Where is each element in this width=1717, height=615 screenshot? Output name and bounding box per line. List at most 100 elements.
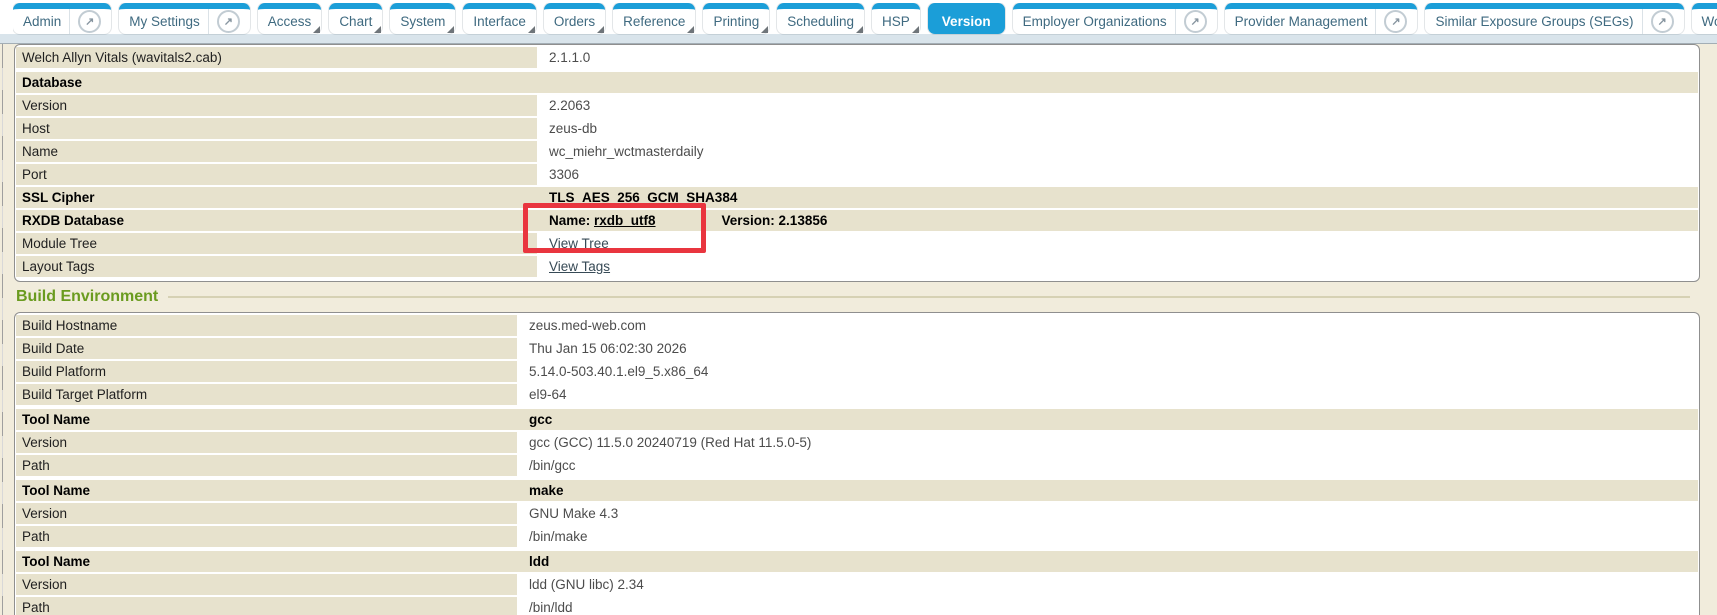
dropdown-corner-icon (687, 26, 694, 33)
open-new-window-icon[interactable]: ↗ (78, 10, 101, 33)
row-label: RXDB Database (16, 210, 537, 231)
row-value: el9-64 (525, 384, 1698, 405)
table-row: Module TreeView Tree (16, 233, 1698, 254)
row-value: Name: rxdb_utf8Version: 2.13856 (545, 210, 1698, 231)
tab-work-lo[interactable]: Work Lo (1692, 3, 1717, 34)
tab-label: Similar Exposure Groups (SEGs) (1435, 14, 1633, 29)
table-row: Build Hostname zeus.med-web.com (16, 315, 1698, 336)
row-value: Thu Jan 15 06:02:30 2026 (525, 338, 1698, 359)
row-value: View Tags (545, 256, 1698, 277)
view-tags-link[interactable]: View Tags (549, 259, 610, 274)
system-info-table: Welch Allyn Vitals (wavitals2.cab) 2.1.1.… (14, 44, 1700, 282)
tab-admin[interactable]: Admin ↗ (13, 3, 111, 34)
row-value: /bin/ldd (525, 597, 1698, 615)
row-value: gcc (525, 409, 1698, 430)
dropdown-corner-icon (528, 26, 535, 33)
tab-chart[interactable]: Chart (329, 3, 382, 34)
tab-label: Interface (473, 14, 526, 29)
dropdown-corner-icon (374, 26, 381, 33)
open-new-window-icon[interactable]: ↗ (217, 10, 240, 33)
row-label: Build Platform (16, 361, 517, 382)
row-label: Build Date (16, 338, 517, 359)
tab-hsp[interactable]: HSP (872, 3, 920, 34)
tab-orders[interactable]: Orders (544, 3, 605, 34)
tab-icon-segment: ↗ (1375, 9, 1407, 34)
open-new-window-icon[interactable]: ↗ (1384, 10, 1407, 33)
build-environment-title: Build Environment (16, 288, 158, 306)
tab-my-settings[interactable]: My Settings ↗ (119, 3, 250, 34)
table-row: Path/bin/make (16, 526, 1698, 547)
table-row: Layout TagsView Tags (16, 256, 1698, 277)
row-value: zeus.med-web.com (525, 315, 1698, 336)
tab-interface[interactable]: Interface (463, 3, 536, 34)
table-row: Port 3306 (16, 164, 1698, 185)
row-label: Tool Name (16, 409, 517, 430)
row-label: Tool Name (16, 480, 517, 501)
row-value: TLS_AES_256_GCM_SHA384 (545, 187, 1698, 208)
annotation-red-box (523, 203, 706, 253)
row-label: Database (16, 72, 537, 93)
tab-similar-exposure-groups-segs[interactable]: Similar Exposure Groups (SEGs) ↗ (1425, 3, 1683, 34)
table-row: Tool Namemake (16, 480, 1698, 501)
tab-label: System (400, 14, 445, 29)
row-label: Port (16, 164, 537, 185)
tab-label: HSP (882, 14, 910, 29)
tab-access[interactable]: Access (258, 3, 322, 34)
tab-scheduling[interactable]: Scheduling (777, 3, 864, 34)
row-label: Host (16, 118, 537, 139)
table-row: Versiongcc (GCC) 11.5.0 20240719 (Red Ha… (16, 432, 1698, 453)
table-row: Versionldd (GNU libc) 2.34 (16, 574, 1698, 595)
row-value: 2.2063 (545, 95, 1698, 116)
table-row: RXDB Database Name: rxdb_utf8Version: 2.1… (16, 210, 1698, 231)
row-value: gcc (GCC) 11.5.0 20240719 (Red Hat 11.5.… (525, 432, 1698, 453)
tab-version[interactable]: Version (928, 3, 1005, 34)
row-label: Build Hostname (16, 315, 517, 336)
row-label: Tool Name (16, 551, 517, 572)
tab-label: Provider Management (1235, 14, 1368, 29)
rxdb-version-value: Version: 2.13856 (722, 213, 828, 228)
table-row: Namewc_miehr_wctmasterdaily (16, 141, 1698, 162)
row-label: Path (16, 597, 517, 615)
open-new-window-icon[interactable]: ↗ (1651, 10, 1674, 33)
tab-system[interactable]: System (390, 3, 455, 34)
dropdown-corner-icon (912, 26, 919, 33)
row-label: Version (16, 95, 537, 116)
row-value: 2.1.1.0 (545, 47, 1698, 68)
tab-reference[interactable]: Reference (613, 3, 695, 34)
tab-label: My Settings (129, 14, 200, 29)
row-label: Welch Allyn Vitals (wavitals2.cab) (16, 47, 537, 68)
table-row: Build Platform5.14.0-503.40.1.el9_5.x86_… (16, 361, 1698, 382)
heading-rule (168, 296, 1690, 298)
tab-label: Scheduling (787, 14, 854, 29)
tab-icon-segment: ↗ (1642, 9, 1674, 34)
tab-employer-organizations[interactable]: Employer Organizations↗ (1013, 3, 1217, 34)
tab-printing[interactable]: Printing (703, 3, 769, 34)
row-value: 3306 (545, 164, 1698, 185)
build-environment-table: Build Hostname zeus.med-web.com Build Date… (14, 312, 1700, 615)
tab-label: Access (268, 14, 312, 29)
tab-icon-segment: ↗ (69, 9, 101, 34)
table-row: Version 2.2063 (16, 95, 1698, 116)
tab-label: Reference (623, 14, 685, 29)
tab-bar: Admin ↗ My Settings ↗ Access Chart System Inter… (0, 0, 1717, 44)
row-value: wc_miehr_wctmasterdaily (545, 141, 1698, 162)
build-environment-heading: Build Environment (16, 285, 1696, 309)
open-new-window-icon[interactable]: ↗ (1184, 10, 1207, 33)
tab-label: Work Lo (1702, 14, 1717, 29)
table-row: Build Target Platformel9-64 (16, 384, 1698, 405)
tab-label: Admin (23, 14, 61, 29)
row-value: zeus-db (545, 118, 1698, 139)
row-label: Module Tree (16, 233, 537, 254)
table-row: Database (16, 72, 1698, 93)
row-label: Path (16, 526, 517, 547)
tab-list: Admin ↗ My Settings ↗ Access Chart System Inter… (13, 3, 1717, 35)
dropdown-corner-icon (597, 26, 604, 33)
row-value (545, 72, 1698, 93)
table-row: Welch Allyn Vitals (wavitals2.cab) 2.1.1.… (16, 47, 1698, 68)
row-value: GNU Make 4.3 (525, 503, 1698, 524)
table-row: SSL CipherTLS_AES_256_GCM_SHA384 (16, 187, 1698, 208)
table-row: VersionGNU Make 4.3 (16, 503, 1698, 524)
tab-label: Chart (339, 14, 372, 29)
tab-provider-management[interactable]: Provider Management ↗ (1225, 3, 1418, 34)
row-value: /bin/gcc (525, 455, 1698, 476)
